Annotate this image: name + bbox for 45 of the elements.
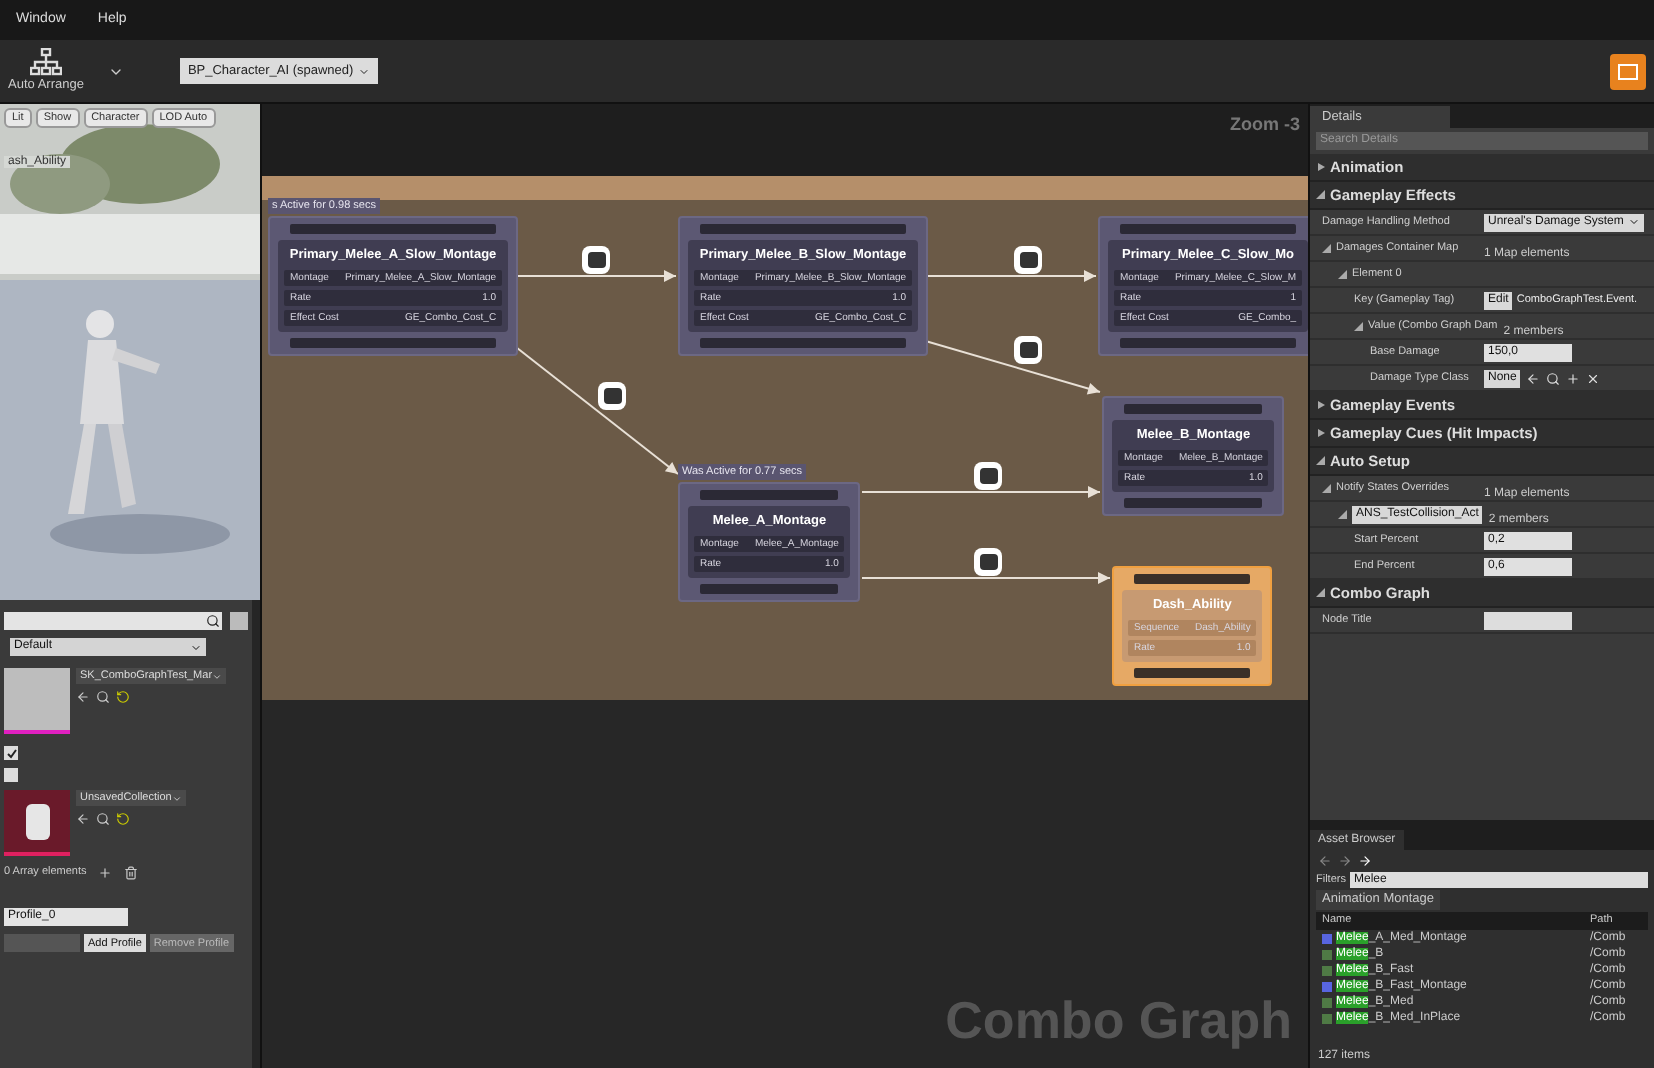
close-icon[interactable]	[1586, 371, 1601, 385]
expander-icon[interactable]	[1338, 269, 1348, 279]
mesh-thumbnail[interactable]	[4, 668, 70, 734]
expander-icon[interactable]	[1316, 190, 1326, 200]
arrow-left-icon[interactable]	[76, 812, 90, 827]
search-icon[interactable]	[96, 690, 110, 705]
expander-icon[interactable]	[1354, 321, 1364, 331]
expander-icon[interactable]	[1316, 428, 1326, 438]
plus-icon[interactable]	[1566, 371, 1581, 385]
transition-icon[interactable]	[1014, 246, 1042, 274]
caret-icon	[190, 641, 202, 653]
reset-icon[interactable]	[116, 690, 130, 705]
caret-icon	[171, 793, 182, 804]
caret-icon	[1627, 216, 1640, 228]
search-icon[interactable]	[1546, 371, 1561, 385]
checkbox[interactable]	[4, 746, 18, 760]
transition-icon[interactable]	[582, 246, 610, 274]
forward-icon[interactable]	[1358, 854, 1372, 868]
arrow-left-icon[interactable]	[1526, 371, 1541, 385]
expander-icon[interactable]	[1316, 162, 1326, 172]
transition-icon[interactable]	[974, 462, 1002, 490]
expander-icon[interactable]	[1316, 400, 1326, 410]
expander-icon[interactable]	[1322, 483, 1332, 493]
expander-icon[interactable]	[1316, 456, 1326, 466]
expander-icon[interactable]	[1322, 243, 1332, 253]
search-field[interactable]	[4, 612, 222, 630]
expander-icon[interactable]	[1338, 509, 1348, 519]
arrow-left-icon[interactable]	[76, 690, 90, 705]
caret-icon	[357, 65, 370, 77]
back-icon[interactable]	[1318, 854, 1332, 868]
plus-icon[interactable]	[98, 865, 113, 880]
caret-icon	[212, 671, 223, 682]
transition-icon[interactable]	[598, 382, 626, 410]
checkbox[interactable]	[4, 768, 18, 782]
reset-icon[interactable]	[116, 812, 130, 827]
search-icon	[206, 614, 220, 628]
zoom-label: Zoom -3	[1230, 112, 1300, 138]
trash-icon[interactable]	[124, 865, 139, 880]
transition-icon[interactable]	[974, 548, 1002, 576]
hierarchy-icon	[29, 47, 62, 76]
expander-icon[interactable]	[1316, 588, 1326, 598]
collection-thumbnail[interactable]	[4, 790, 70, 856]
transition-icon[interactable]	[1014, 336, 1042, 364]
text-field[interactable]	[1484, 611, 1572, 629]
search-icon[interactable]	[96, 812, 110, 827]
